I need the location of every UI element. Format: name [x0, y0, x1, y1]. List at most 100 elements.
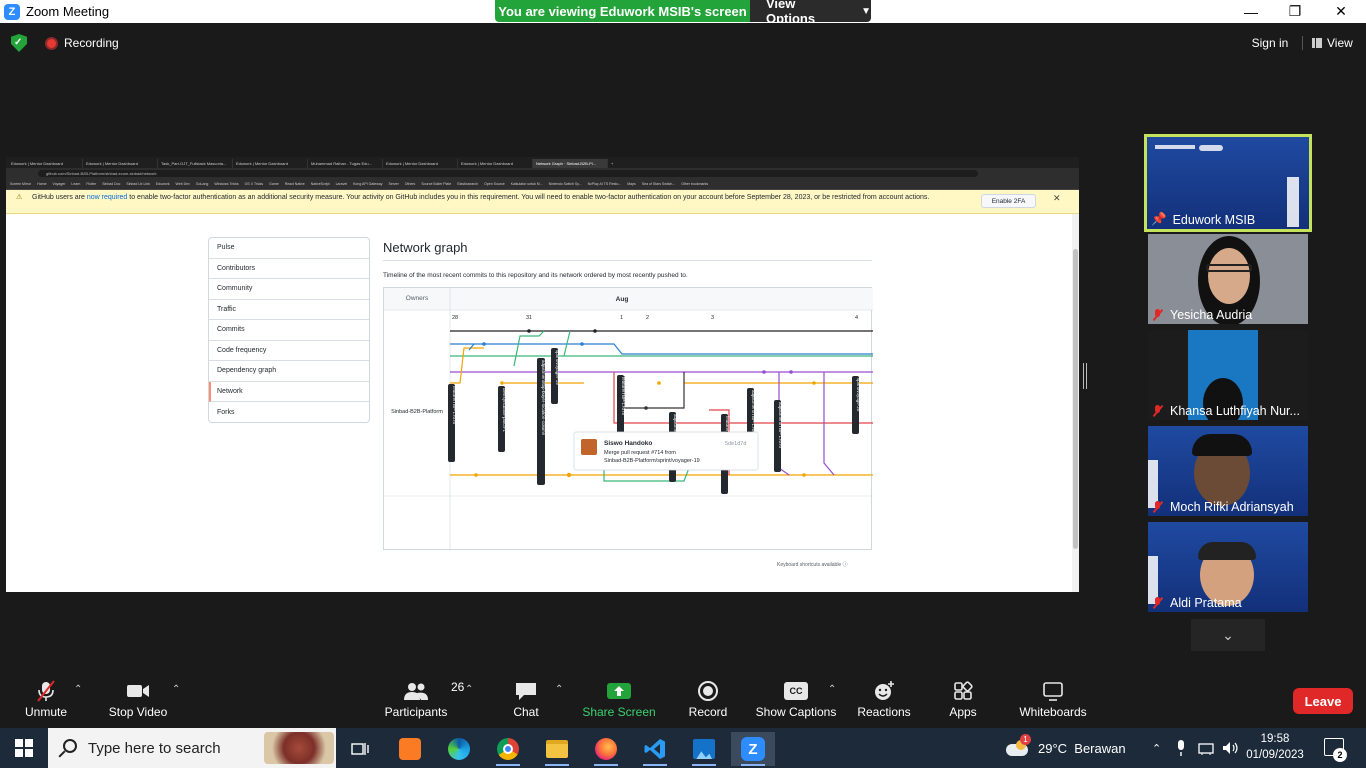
- participant-tile[interactable]: Aldi Pratama: [1148, 522, 1308, 612]
- whiteboards-button[interactable]: Whiteboards: [1016, 680, 1090, 724]
- participants-options-caret[interactable]: ⌃: [465, 684, 473, 695]
- bookmark-item[interactable]: Sinbad Ux Link: [126, 182, 150, 186]
- bookmark-item[interactable]: Web Dev: [176, 182, 190, 186]
- close-icon[interactable]: ✕: [1053, 193, 1061, 204]
- weather-widget[interactable]: 1 29°C Berawan: [1004, 728, 1126, 768]
- commit-dot[interactable]: [527, 329, 531, 333]
- bookmark-item[interactable]: React Native: [285, 182, 305, 186]
- bookmark-item[interactable]: Screen Mirror: [10, 182, 31, 186]
- audio-options-caret[interactable]: ⌃: [74, 684, 82, 695]
- restore-button[interactable]: ❐: [1272, 0, 1318, 23]
- bookmark-item[interactable]: Maps: [627, 182, 636, 186]
- view-button[interactable]: View: [1308, 31, 1364, 55]
- sidebar-item-commits[interactable]: Commits: [209, 320, 369, 341]
- sidebar-item-contributors[interactable]: Contributors: [209, 259, 369, 279]
- chat-button[interactable]: Chat: [510, 680, 542, 724]
- sidebar-item-pulse[interactable]: Pulse: [209, 238, 369, 259]
- unmute-button[interactable]: Unmute: [22, 680, 70, 724]
- browser-tab[interactable]: Eduwork | Mentor Dashboard: [458, 159, 533, 168]
- captions-options-caret[interactable]: ⌃: [828, 684, 836, 695]
- bookmark-item[interactable]: Eduwork: [156, 182, 170, 186]
- sidebar-item-forks[interactable]: Forks: [209, 402, 369, 423]
- bookmark-item[interactable]: GoLang: [196, 182, 208, 186]
- commit-dot[interactable]: [593, 329, 597, 333]
- commit-dot[interactable]: [812, 381, 816, 385]
- bookmark-item[interactable]: Server: [388, 182, 398, 186]
- firefox-app[interactable]: [584, 732, 628, 766]
- file-explorer-app[interactable]: [535, 732, 579, 766]
- stop-video-button[interactable]: Stop Video: [106, 680, 170, 724]
- commit-dot[interactable]: [482, 342, 486, 346]
- bookmark-item[interactable]: Voyager: [53, 182, 66, 186]
- bookmark-item[interactable]: Elasticsearch: [457, 182, 478, 186]
- sidebar-item-community[interactable]: Community: [209, 279, 369, 300]
- bookmark-item[interactable]: Nintendo Switch Sy...: [549, 182, 582, 186]
- chrome-app[interactable]: [486, 732, 530, 766]
- volume-tray-icon[interactable]: [1222, 728, 1240, 768]
- share-screen-button[interactable]: Share Screen: [582, 680, 656, 724]
- show-captions-button[interactable]: CC Show Captions: [754, 680, 838, 724]
- bookmark-item[interactable]: Game: [269, 182, 279, 186]
- sidebar-item-code-frequency[interactable]: Code frequency: [209, 341, 369, 361]
- commit-dot[interactable]: [789, 370, 793, 374]
- browser-tab[interactable]: Network Graph · Sinbad-B2B-Pl...: [533, 159, 608, 168]
- task-view-button[interactable]: [338, 732, 382, 766]
- participant-tile[interactable]: Moch Rifki Adriansyah: [1148, 426, 1308, 516]
- gallery-scroll-down-button[interactable]: ⌄: [1191, 619, 1265, 651]
- bookmark-item[interactable]: NativeScript: [311, 182, 330, 186]
- bookmark-item[interactable]: Source Boiler Plate: [421, 182, 451, 186]
- leave-button[interactable]: Leave: [1293, 688, 1353, 714]
- show-hidden-icons-button[interactable]: ⌃: [1152, 728, 1161, 768]
- browser-tab[interactable]: Eduwork | Mentor Dashboard: [83, 159, 158, 168]
- scrollbar-thumb[interactable]: [1073, 249, 1078, 549]
- browser-tab[interactable]: Eduwork | Mentor Dashboard: [8, 159, 83, 168]
- minimize-button[interactable]: —: [1228, 0, 1274, 23]
- bookmark-item[interactable]: Learn: [71, 182, 80, 186]
- keyboard-shortcuts-hint[interactable]: Keyboard shortcuts available ⓘ: [777, 561, 848, 568]
- taskbar-clock[interactable]: 19:58 01/09/2023: [1240, 731, 1310, 763]
- bookmark-item[interactable]: Other bookmarks: [681, 182, 708, 186]
- participant-tile[interactable]: 📌 Eduwork MSIB: [1144, 134, 1312, 232]
- chat-options-caret[interactable]: ⌃: [555, 684, 563, 695]
- bookmark-item[interactable]: NxPlay AI TS Resto...: [588, 182, 622, 186]
- bookmark-item[interactable]: OS X Tricks: [245, 182, 263, 186]
- photos-app[interactable]: [682, 732, 726, 766]
- bookmark-item[interactable]: Kong API Gateway: [353, 182, 382, 186]
- browser-tab[interactable]: Eduwork | Mentor Dashboard: [233, 159, 308, 168]
- bookmark-item[interactable]: Kalkulator untuk M...: [511, 182, 543, 186]
- xampp-app[interactable]: [388, 732, 432, 766]
- commit-dot[interactable]: [474, 473, 478, 477]
- enable-2fa-button[interactable]: Enable 2FA: [981, 194, 1036, 208]
- bookmark-item[interactable]: Flutter: [86, 182, 96, 186]
- browser-tab[interactable]: Eduwork | Mentor Dashboard: [383, 159, 458, 168]
- taskbar-search[interactable]: Type here to search: [48, 728, 336, 768]
- commit-dot[interactable]: [657, 381, 661, 385]
- bookmark-item[interactable]: Home: [37, 182, 46, 186]
- bookmark-item[interactable]: Windows Tricks: [214, 182, 238, 186]
- participant-tile[interactable]: Khansa Luthfiyah Nur...: [1148, 330, 1308, 420]
- sidebar-item-network[interactable]: Network: [209, 381, 369, 402]
- sidebar-item-dependency-graph[interactable]: Dependency graph: [209, 361, 369, 382]
- commit-dot[interactable]: [644, 406, 648, 410]
- commit-dot[interactable]: [566, 472, 572, 478]
- url-field[interactable]: github.com/Sinbad-B2B-Platform/sinbad-ec…: [38, 170, 978, 177]
- sidebar-item-traffic[interactable]: Traffic: [209, 300, 369, 320]
- view-options-button[interactable]: View Options ▼: [750, 0, 871, 26]
- page-scrollbar[interactable]: [1072, 214, 1079, 592]
- network-graph[interactable]: Owners Aug Sinbad-B2B-Platform 28 31 1 2…: [383, 287, 873, 551]
- microphone-tray-icon[interactable]: [1176, 728, 1186, 768]
- record-button[interactable]: Record: [688, 680, 728, 724]
- browser-tab[interactable]: Task_Part-OJT_Fullstack Mascoria...: [158, 159, 233, 168]
- commit-dot[interactable]: [802, 473, 806, 477]
- bookmark-item[interactable]: Others: [405, 182, 416, 186]
- video-options-caret[interactable]: ⌃: [172, 684, 180, 695]
- network-tray-icon[interactable]: [1198, 728, 1216, 768]
- bookmark-item[interactable]: Open Source: [484, 182, 505, 186]
- commit-dot[interactable]: [580, 342, 584, 346]
- bookmark-item[interactable]: Sinbad Doc: [102, 182, 120, 186]
- now-required-link[interactable]: now required: [87, 194, 127, 201]
- new-tab-button[interactable]: +: [608, 159, 618, 168]
- participants-button[interactable]: 26 Participants: [382, 680, 465, 724]
- windows-start-button[interactable]: [0, 728, 48, 768]
- bookmark-item[interactable]: Sea of Stars Switch...: [642, 182, 675, 186]
